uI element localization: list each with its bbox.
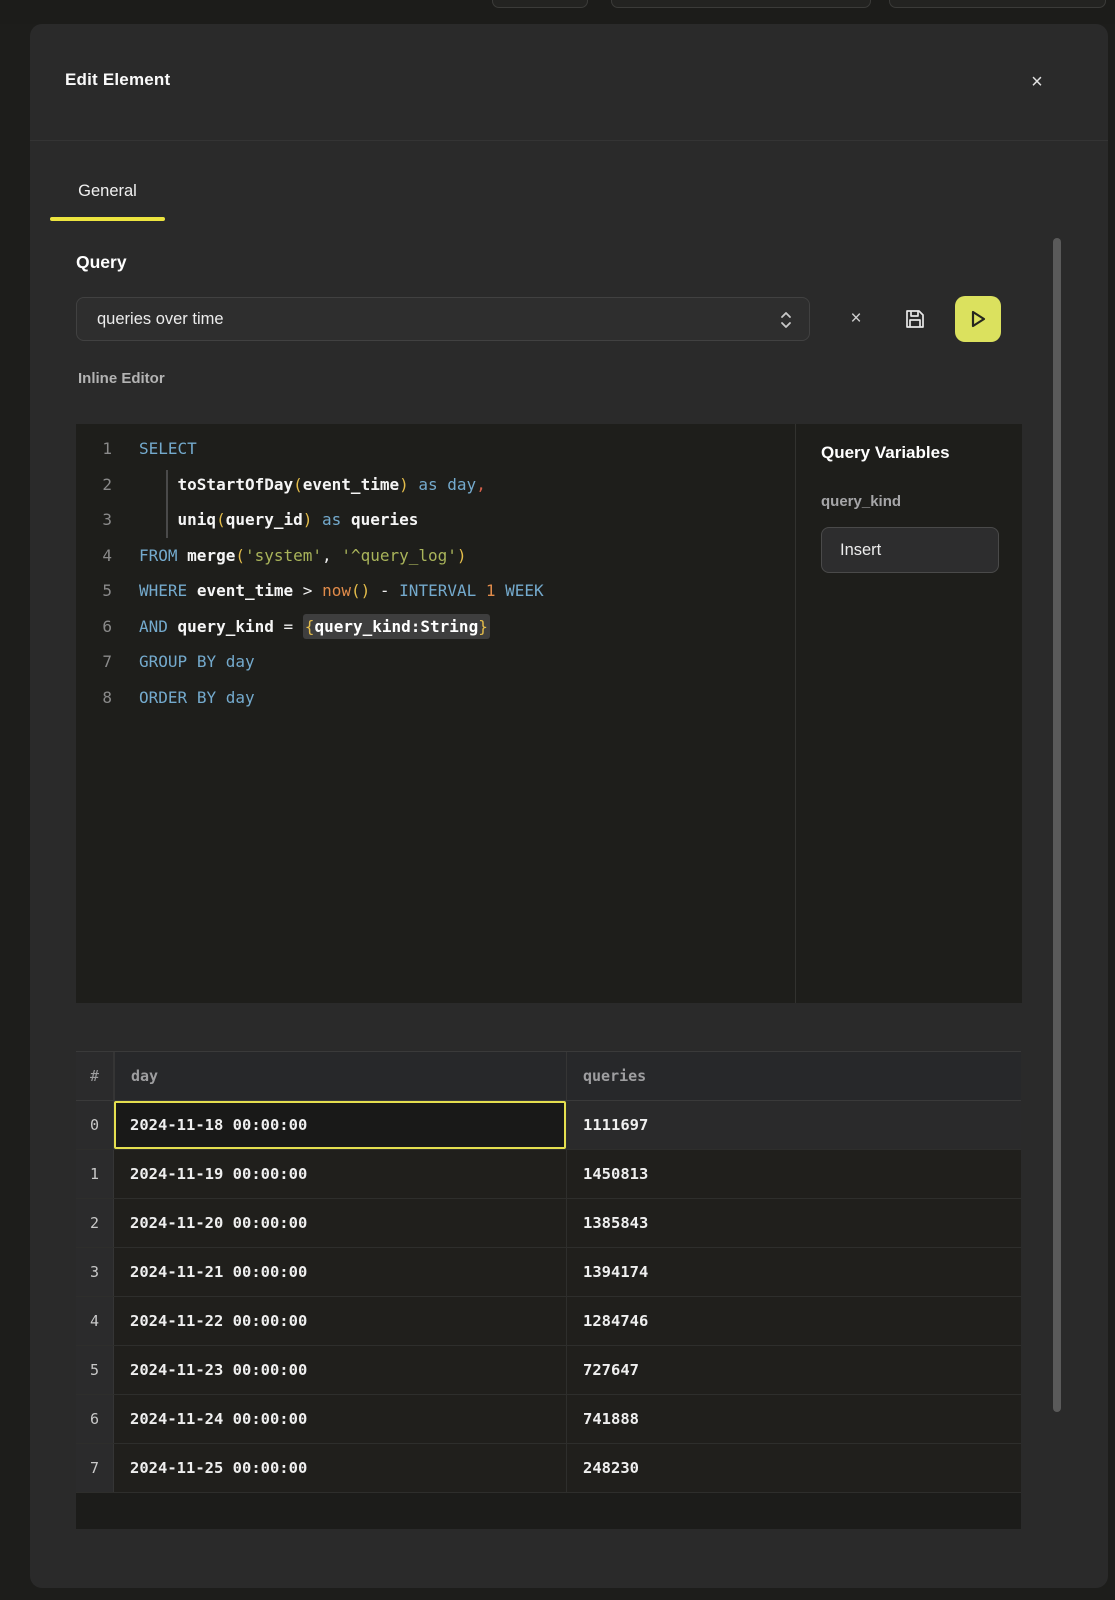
table-row: 52024-11-23 00:00:00727647 bbox=[76, 1346, 1021, 1395]
table-row: 12024-11-19 00:00:001450813 bbox=[76, 1150, 1021, 1199]
code-text: FROM merge('system', '^query_log') bbox=[139, 546, 467, 565]
code-text: AND query_kind = {query_kind:String} bbox=[139, 617, 490, 636]
code-text: uniq(query_id) as queries bbox=[139, 510, 418, 529]
code-line[interactable]: 1 SELECT bbox=[76, 431, 795, 467]
line-number: 7 bbox=[76, 652, 112, 671]
row-index-cell[interactable]: 4 bbox=[76, 1297, 114, 1345]
column-header-queries[interactable]: queries bbox=[566, 1052, 1021, 1100]
inline-editor-label: Inline Editor bbox=[78, 370, 165, 387]
table-row: 42024-11-22 00:00:001284746 bbox=[76, 1297, 1021, 1346]
run-query-button[interactable] bbox=[955, 296, 1001, 342]
column-header-day[interactable]: day bbox=[114, 1052, 566, 1100]
code-line[interactable]: 8 ORDER BY day bbox=[76, 680, 795, 716]
tab-general[interactable]: General bbox=[50, 174, 165, 220]
code-text: toStartOfDay(event_time) as day, bbox=[139, 475, 486, 494]
code-line[interactable]: 7 GROUP BY day bbox=[76, 644, 795, 680]
day-cell[interactable]: 2024-11-19 00:00:00 bbox=[114, 1150, 566, 1198]
save-icon[interactable] bbox=[903, 307, 927, 331]
line-number: 3 bbox=[76, 510, 112, 529]
day-cell[interactable]: 2024-11-22 00:00:00 bbox=[114, 1297, 566, 1345]
vertical-scrollbar[interactable] bbox=[1053, 238, 1061, 1412]
line-number: 8 bbox=[76, 688, 112, 707]
query-select-value: queries over time bbox=[97, 310, 224, 329]
results-table-footer bbox=[76, 1493, 1021, 1529]
line-number: 4 bbox=[76, 546, 112, 565]
code-line[interactable]: 4 FROM merge('system', '^query_log') bbox=[76, 538, 795, 574]
row-index-cell[interactable]: 5 bbox=[76, 1346, 114, 1394]
day-cell[interactable]: 2024-11-21 00:00:00 bbox=[114, 1248, 566, 1296]
code-text: GROUP BY day bbox=[139, 652, 255, 671]
queries-cell[interactable]: 1111697 bbox=[566, 1101, 1021, 1149]
queries-cell[interactable]: 1284746 bbox=[566, 1297, 1021, 1345]
code-line[interactable]: 6 AND query_kind = {query_kind:String} bbox=[76, 609, 795, 645]
code-line[interactable]: 3 uniq(query_id) as queries bbox=[76, 502, 795, 538]
day-cell[interactable]: 2024-11-20 00:00:00 bbox=[114, 1199, 566, 1247]
queries-cell[interactable]: 1385843 bbox=[566, 1199, 1021, 1247]
code-line[interactable]: 5 WHERE event_time > now() - INTERVAL 1 W… bbox=[76, 573, 795, 609]
topbar-input[interactable] bbox=[889, 0, 1106, 8]
line-number: 1 bbox=[76, 439, 112, 458]
clear-query-icon[interactable]: × bbox=[843, 306, 869, 332]
queries-cell[interactable]: 1394174 bbox=[566, 1248, 1021, 1296]
dialog-title: Edit Element bbox=[65, 70, 170, 90]
code-text: SELECT bbox=[139, 439, 197, 458]
row-index-cell[interactable]: 1 bbox=[76, 1150, 114, 1198]
line-number: 6 bbox=[76, 617, 112, 636]
day-cell[interactable]: 2024-11-23 00:00:00 bbox=[114, 1346, 566, 1394]
app-topbar bbox=[0, 0, 1115, 24]
column-header-index[interactable]: # bbox=[76, 1052, 114, 1100]
line-number: 5 bbox=[76, 581, 112, 600]
active-tab-underline bbox=[50, 217, 165, 221]
editor-container: 1 SELECT 2 toStartOfDay(event_time) as day… bbox=[76, 424, 1022, 1003]
queries-cell[interactable]: 248230 bbox=[566, 1444, 1021, 1492]
queries-cell[interactable]: 727647 bbox=[566, 1346, 1021, 1394]
topbar-input[interactable] bbox=[611, 0, 871, 8]
query-variables-title: Query Variables bbox=[821, 443, 998, 463]
sql-code-editor[interactable]: 1 SELECT 2 toStartOfDay(event_time) as day… bbox=[76, 424, 796, 1003]
code-text: WHERE event_time > now() - INTERVAL 1 WE… bbox=[139, 581, 544, 600]
query-section-heading: Query bbox=[76, 252, 127, 273]
variable-name-label: query_kind bbox=[821, 493, 998, 510]
code-text: ORDER BY day bbox=[139, 688, 255, 707]
table-row: 02024-11-18 00:00:001111697 bbox=[76, 1101, 1021, 1150]
day-cell-selected[interactable]: 2024-11-18 00:00:00 bbox=[114, 1101, 566, 1149]
results-table: # day queries 02024-11-18 00:00:00111169… bbox=[76, 1051, 1021, 1529]
insert-variable-button[interactable]: Insert bbox=[821, 527, 999, 573]
results-table-header: # day queries bbox=[76, 1052, 1021, 1101]
chevron-up-down-icon bbox=[779, 309, 793, 336]
table-row: 72024-11-25 00:00:00248230 bbox=[76, 1444, 1021, 1493]
query-select[interactable]: queries over time bbox=[76, 297, 810, 341]
table-row: 62024-11-24 00:00:00741888 bbox=[76, 1395, 1021, 1444]
code-line[interactable]: 2 toStartOfDay(event_time) as day, bbox=[76, 467, 795, 503]
play-icon bbox=[968, 309, 988, 329]
table-row: 32024-11-21 00:00:001394174 bbox=[76, 1248, 1021, 1297]
edit-element-dialog: Edit Element × General Query queries ove… bbox=[30, 24, 1108, 1588]
table-row: 22024-11-20 00:00:001385843 bbox=[76, 1199, 1021, 1248]
row-index-cell[interactable]: 6 bbox=[76, 1395, 114, 1443]
day-cell[interactable]: 2024-11-24 00:00:00 bbox=[114, 1395, 566, 1443]
row-index-cell[interactable]: 3 bbox=[76, 1248, 114, 1296]
queries-cell[interactable]: 741888 bbox=[566, 1395, 1021, 1443]
row-index-cell[interactable]: 7 bbox=[76, 1444, 114, 1492]
close-icon[interactable]: × bbox=[1024, 69, 1050, 95]
topbar-button[interactable] bbox=[492, 0, 588, 8]
row-index-cell[interactable]: 0 bbox=[76, 1101, 114, 1149]
line-number: 2 bbox=[76, 475, 112, 494]
dialog-header: Edit Element × bbox=[30, 24, 1108, 141]
query-variables-panel: Query Variables query_kind Insert bbox=[797, 424, 1022, 1003]
day-cell[interactable]: 2024-11-25 00:00:00 bbox=[114, 1444, 566, 1492]
queries-cell[interactable]: 1450813 bbox=[566, 1150, 1021, 1198]
indent-guide bbox=[166, 470, 168, 538]
row-index-cell[interactable]: 2 bbox=[76, 1199, 114, 1247]
